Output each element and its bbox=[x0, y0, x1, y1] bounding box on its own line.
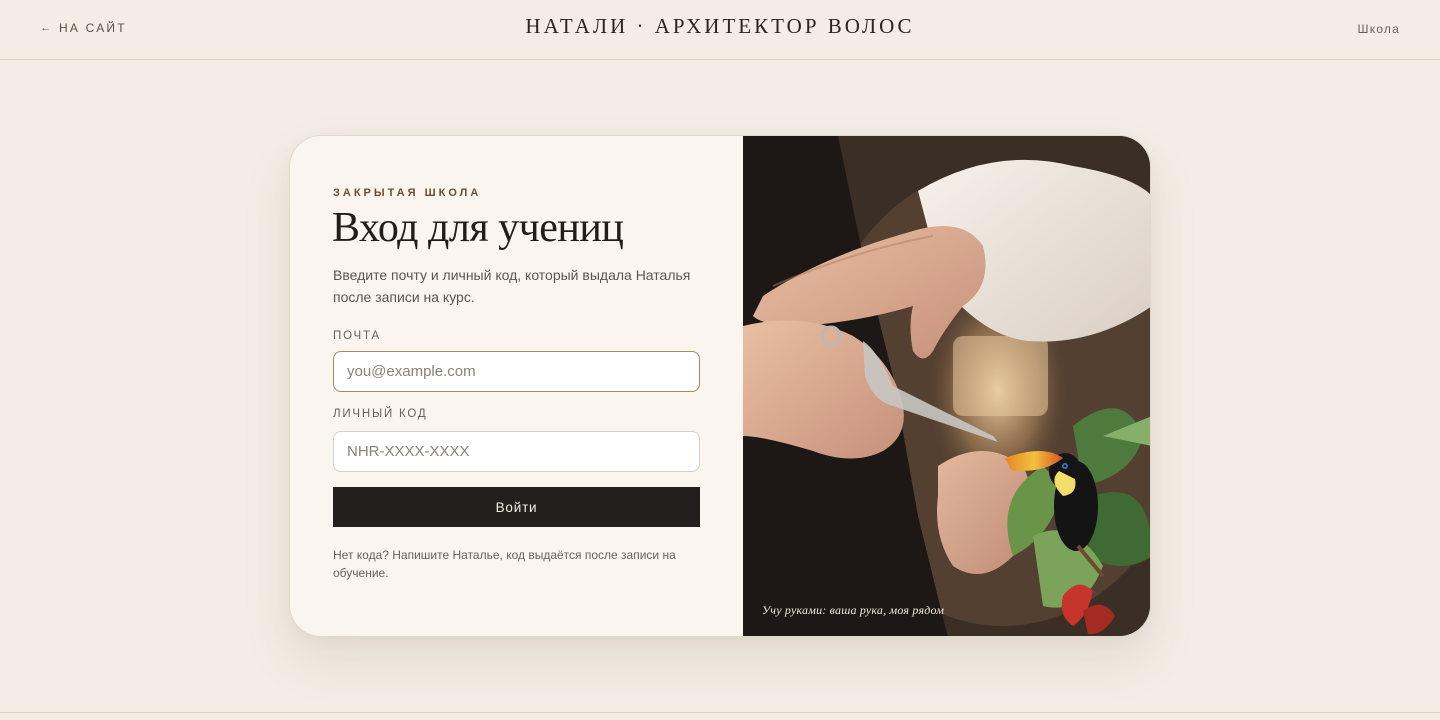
brand-title: НАТАЛИ · АРХИТЕКТОР ВОЛОС bbox=[525, 14, 915, 38]
login-subtitle: Введите почту и личный код, который выда… bbox=[333, 267, 691, 305]
login-form-pane: ЗАКРЫТАЯ ШКОЛА Вход для учениц Введите п… bbox=[290, 136, 743, 636]
photo-pane: Учу руками: ваша рука, моя рядом bbox=[743, 136, 1150, 636]
footer-divider bbox=[0, 712, 1440, 713]
page-title: Вход для учениц bbox=[332, 205, 624, 251]
login-card: ЗАКРЫТАЯ ШКОЛА Вход для учениц Введите п… bbox=[289, 135, 1151, 637]
haircut-photo-illustration bbox=[743, 136, 1150, 636]
top-bar: ← НА САЙТ НАТАЛИ · АРХИТЕКТОР ВОЛОС Школ… bbox=[0, 0, 1440, 60]
eyebrow-label: ЗАКРЫТАЯ ШКОЛА bbox=[333, 187, 482, 199]
code-label: ЛИЧНЫЙ КОД bbox=[333, 408, 428, 420]
email-field[interactable] bbox=[333, 351, 700, 392]
photo-caption: Учу руками: ваша рука, моя рядом bbox=[762, 603, 945, 617]
email-label: ПОЧТА bbox=[333, 330, 381, 342]
login-button[interactable]: Войти bbox=[333, 487, 700, 527]
school-link[interactable]: Школа bbox=[1358, 22, 1400, 36]
help-text: Нет кода? Напишите Наталье, код выдаётся… bbox=[333, 548, 676, 580]
personal-code-field[interactable] bbox=[333, 431, 700, 472]
